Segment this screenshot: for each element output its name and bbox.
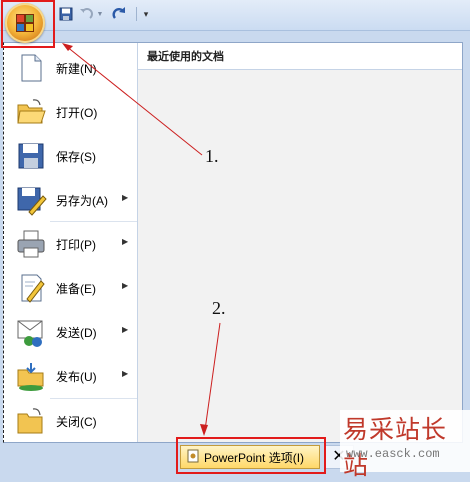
recent-documents-pane: 最近使用的文档: [138, 43, 462, 442]
submenu-arrow-icon: ▶: [122, 237, 129, 246]
office-menu: 新建(N) 打开(O) 保存(S) 另存为(A) ▶ 打印(P) ▶ 准备(E)…: [3, 42, 463, 443]
open-folder-icon: [15, 96, 47, 128]
watermark-url: www.easck.com: [346, 447, 440, 461]
menu-item-label: 打印(P): [56, 238, 96, 252]
title-bar: ▼ ▾: [0, 0, 470, 31]
menu-item-save[interactable]: 保存(S): [4, 134, 137, 178]
menu-item-open[interactable]: 打开(O): [4, 90, 137, 134]
annotation-step-2: 2.: [212, 298, 226, 318]
menu-item-new[interactable]: 新建(N): [4, 46, 137, 90]
quick-save-icon[interactable]: [58, 6, 74, 22]
submenu-arrow-icon: ▶: [122, 325, 129, 334]
submenu-arrow-icon: ▶: [122, 369, 129, 378]
office-button[interactable]: [5, 3, 45, 43]
redo-icon[interactable]: [110, 6, 128, 22]
save-as-icon: [15, 184, 47, 216]
annotation-step-1: 1.: [205, 146, 219, 166]
new-document-icon: [15, 52, 47, 84]
menu-item-close[interactable]: 关闭(C): [4, 399, 137, 443]
menu-item-label: 新建(N): [56, 62, 97, 76]
customize-qat-icon[interactable]: ▾: [141, 6, 151, 22]
save-floppy-icon: [15, 140, 47, 172]
menu-item-print[interactable]: 打印(P) ▶: [4, 222, 137, 266]
submenu-arrow-icon: ▶: [122, 193, 129, 202]
menu-item-prepare[interactable]: 准备(E) ▶: [4, 266, 137, 310]
office-logo-icon: [16, 14, 34, 32]
undo-icon[interactable]: [78, 6, 94, 22]
menu-item-save-as[interactable]: 另存为(A) ▶: [4, 178, 137, 222]
watermark-text: 易采站长站: [343, 415, 448, 480]
submenu-arrow-icon: ▶: [122, 281, 129, 290]
qat-separator: [136, 7, 137, 21]
prepare-icon: [15, 272, 47, 304]
menu-item-publish[interactable]: 发布(U) ▶: [4, 354, 137, 398]
menu-command-list: 新建(N) 打开(O) 保存(S) 另存为(A) ▶ 打印(P) ▶ 准备(E)…: [4, 43, 138, 442]
menu-item-label: 打开(O): [56, 106, 98, 120]
menu-item-send[interactable]: 发送(D) ▶: [4, 310, 137, 354]
printer-icon: [15, 228, 47, 260]
menu-item-label: 另存为(A): [56, 194, 108, 208]
menu-item-label: 保存(S): [56, 150, 96, 164]
undo-dropdown-icon[interactable]: ▼: [96, 6, 104, 22]
options-icon: [186, 449, 200, 466]
menu-item-label: 发布(U): [56, 370, 97, 384]
menu-item-label: 发送(D): [56, 326, 97, 340]
powerpoint-options-button[interactable]: PowerPoint 选项(I): [180, 445, 320, 469]
recent-documents-title: 最近使用的文档: [138, 43, 462, 70]
publish-icon: [15, 360, 47, 392]
options-button-label: PowerPoint 选项(I): [204, 450, 305, 465]
menu-item-label: 准备(E): [56, 282, 96, 296]
menu-item-label: 关闭(C): [56, 415, 97, 429]
close-folder-icon: [15, 405, 47, 437]
send-icon: [15, 316, 47, 348]
